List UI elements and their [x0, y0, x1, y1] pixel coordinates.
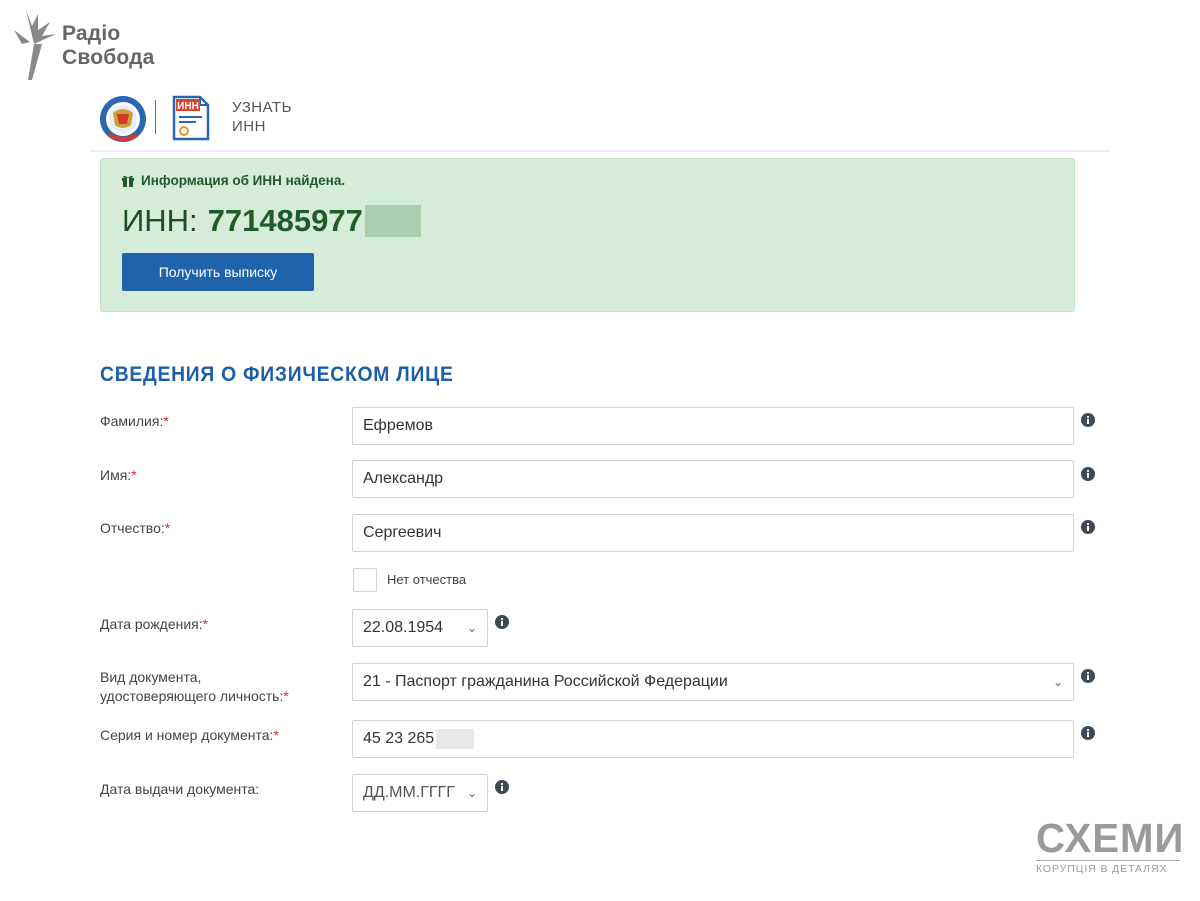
- info-icon[interactable]: [1081, 669, 1095, 683]
- schemes-logo: СХЕМИ КОРУПЦІЯ В ДЕТАЛЯХ: [1036, 815, 1185, 882]
- radio-svoboda-logo-text: Радіо Свобода: [62, 22, 155, 69]
- radio-svoboda-logo: Радіо Свобода: [12, 8, 172, 82]
- birth-date-value: 22.08.1954: [363, 619, 444, 636]
- info-icon[interactable]: [1081, 413, 1095, 427]
- doc-type-value: 21 - Паспорт гражданина Российской Федер…: [363, 673, 728, 690]
- info-icon[interactable]: [1081, 520, 1095, 534]
- inn-label: ИНН:: [122, 203, 198, 238]
- chevron-down-icon: ⌄: [466, 621, 477, 635]
- doc-issue-date-label: Дата выдачи документа:: [100, 780, 259, 799]
- doc-issue-date-value: ДД.ММ.ГГГГ: [363, 784, 455, 801]
- inn-document-icon[interactable]: ИНН: [172, 95, 210, 141]
- doc-number-redaction: [436, 729, 475, 749]
- inn-redaction: [364, 205, 421, 237]
- birth-date-label-text: Дата рождения:: [100, 616, 203, 632]
- inn-value: 771485977: [207, 203, 363, 238]
- site-header: ИНН УЗНАТЬ ИНН: [90, 92, 1110, 152]
- gift-icon: [122, 175, 134, 187]
- chevron-down-icon: ⌄: [466, 786, 477, 800]
- surname-value: Ефремов: [363, 417, 434, 434]
- doc-number-value: 45 23 265: [363, 730, 435, 747]
- name-label-text: Имя:: [100, 467, 132, 483]
- required-mark: *: [202, 616, 209, 632]
- info-icon[interactable]: [495, 780, 509, 794]
- doc-type-select[interactable]: 21 - Паспорт гражданина Российской Федер…: [352, 663, 1074, 701]
- surname-label-text: Фамилия:: [100, 413, 164, 429]
- doc-number-label: Серия и номер документа:*: [100, 726, 279, 745]
- header-title[interactable]: УЗНАТЬ ИНН: [232, 98, 312, 136]
- inn-result-line: ИНН: 771485977: [122, 203, 421, 239]
- required-mark: *: [283, 688, 289, 704]
- doc-issue-date-label-text: Дата выдачи документа:: [100, 781, 260, 797]
- name-input[interactable]: Александр: [352, 460, 1074, 498]
- required-mark: *: [164, 520, 171, 536]
- required-mark: *: [163, 413, 169, 429]
- doc-type-label-line1: Вид документа,: [100, 669, 202, 685]
- required-mark: *: [273, 727, 279, 743]
- name-value: Александр: [363, 470, 444, 487]
- svg-text:ИНН: ИНН: [177, 101, 199, 112]
- birth-date-select[interactable]: 22.08.1954 ⌄: [352, 609, 488, 647]
- header-separator: [155, 100, 156, 134]
- section-title: СВЕДЕНИЯ О ФИЗИЧЕСКОМ ЛИЦЕ: [100, 363, 454, 386]
- no-patronymic-checkbox[interactable]: [353, 568, 377, 592]
- doc-number-input[interactable]: 45 23 265: [352, 720, 1074, 758]
- surname-label: Фамилия:*: [100, 412, 169, 431]
- no-patronymic-label[interactable]: Нет отчества: [387, 572, 466, 587]
- required-mark: *: [131, 467, 137, 483]
- schemes-logo-subtitle: КОРУПЦІЯ В ДЕТАЛЯХ: [1036, 860, 1180, 875]
- chevron-down-icon: ⌄: [1052, 675, 1063, 689]
- patronymic-label-text: Отчество:: [100, 520, 165, 536]
- surname-input[interactable]: Ефремов: [352, 407, 1074, 445]
- name-label: Имя:*: [100, 466, 137, 485]
- inn-found-alert: Информация об ИНН найдена. ИНН: 77148597…: [100, 158, 1075, 312]
- info-icon[interactable]: [495, 615, 509, 629]
- birth-date-label: Дата рождения:*: [100, 615, 208, 634]
- patronymic-label: Отчество:*: [100, 519, 170, 538]
- doc-number-label-text: Серия и номер документа:: [100, 727, 274, 743]
- inn-found-message: Информация об ИНН найдена.: [121, 173, 345, 188]
- get-extract-button[interactable]: Получить выписку: [122, 253, 314, 291]
- inn-found-text: Информация об ИНН найдена.: [141, 173, 346, 188]
- fns-emblem-icon[interactable]: [99, 95, 147, 143]
- info-icon[interactable]: [1081, 467, 1095, 481]
- torch-icon: [14, 10, 56, 80]
- doc-issue-date-select[interactable]: ДД.ММ.ГГГГ ⌄: [352, 774, 488, 812]
- info-icon[interactable]: [1081, 726, 1095, 740]
- doc-type-label: Вид документа, удостоверяющего личность:…: [100, 668, 289, 706]
- patronymic-value: Сергеевич: [363, 524, 442, 541]
- patronymic-input[interactable]: Сергеевич: [352, 514, 1074, 552]
- doc-type-label-line2: удостоверяющего личность:: [100, 688, 284, 704]
- schemes-logo-title: СХЕМИ: [1036, 815, 1185, 861]
